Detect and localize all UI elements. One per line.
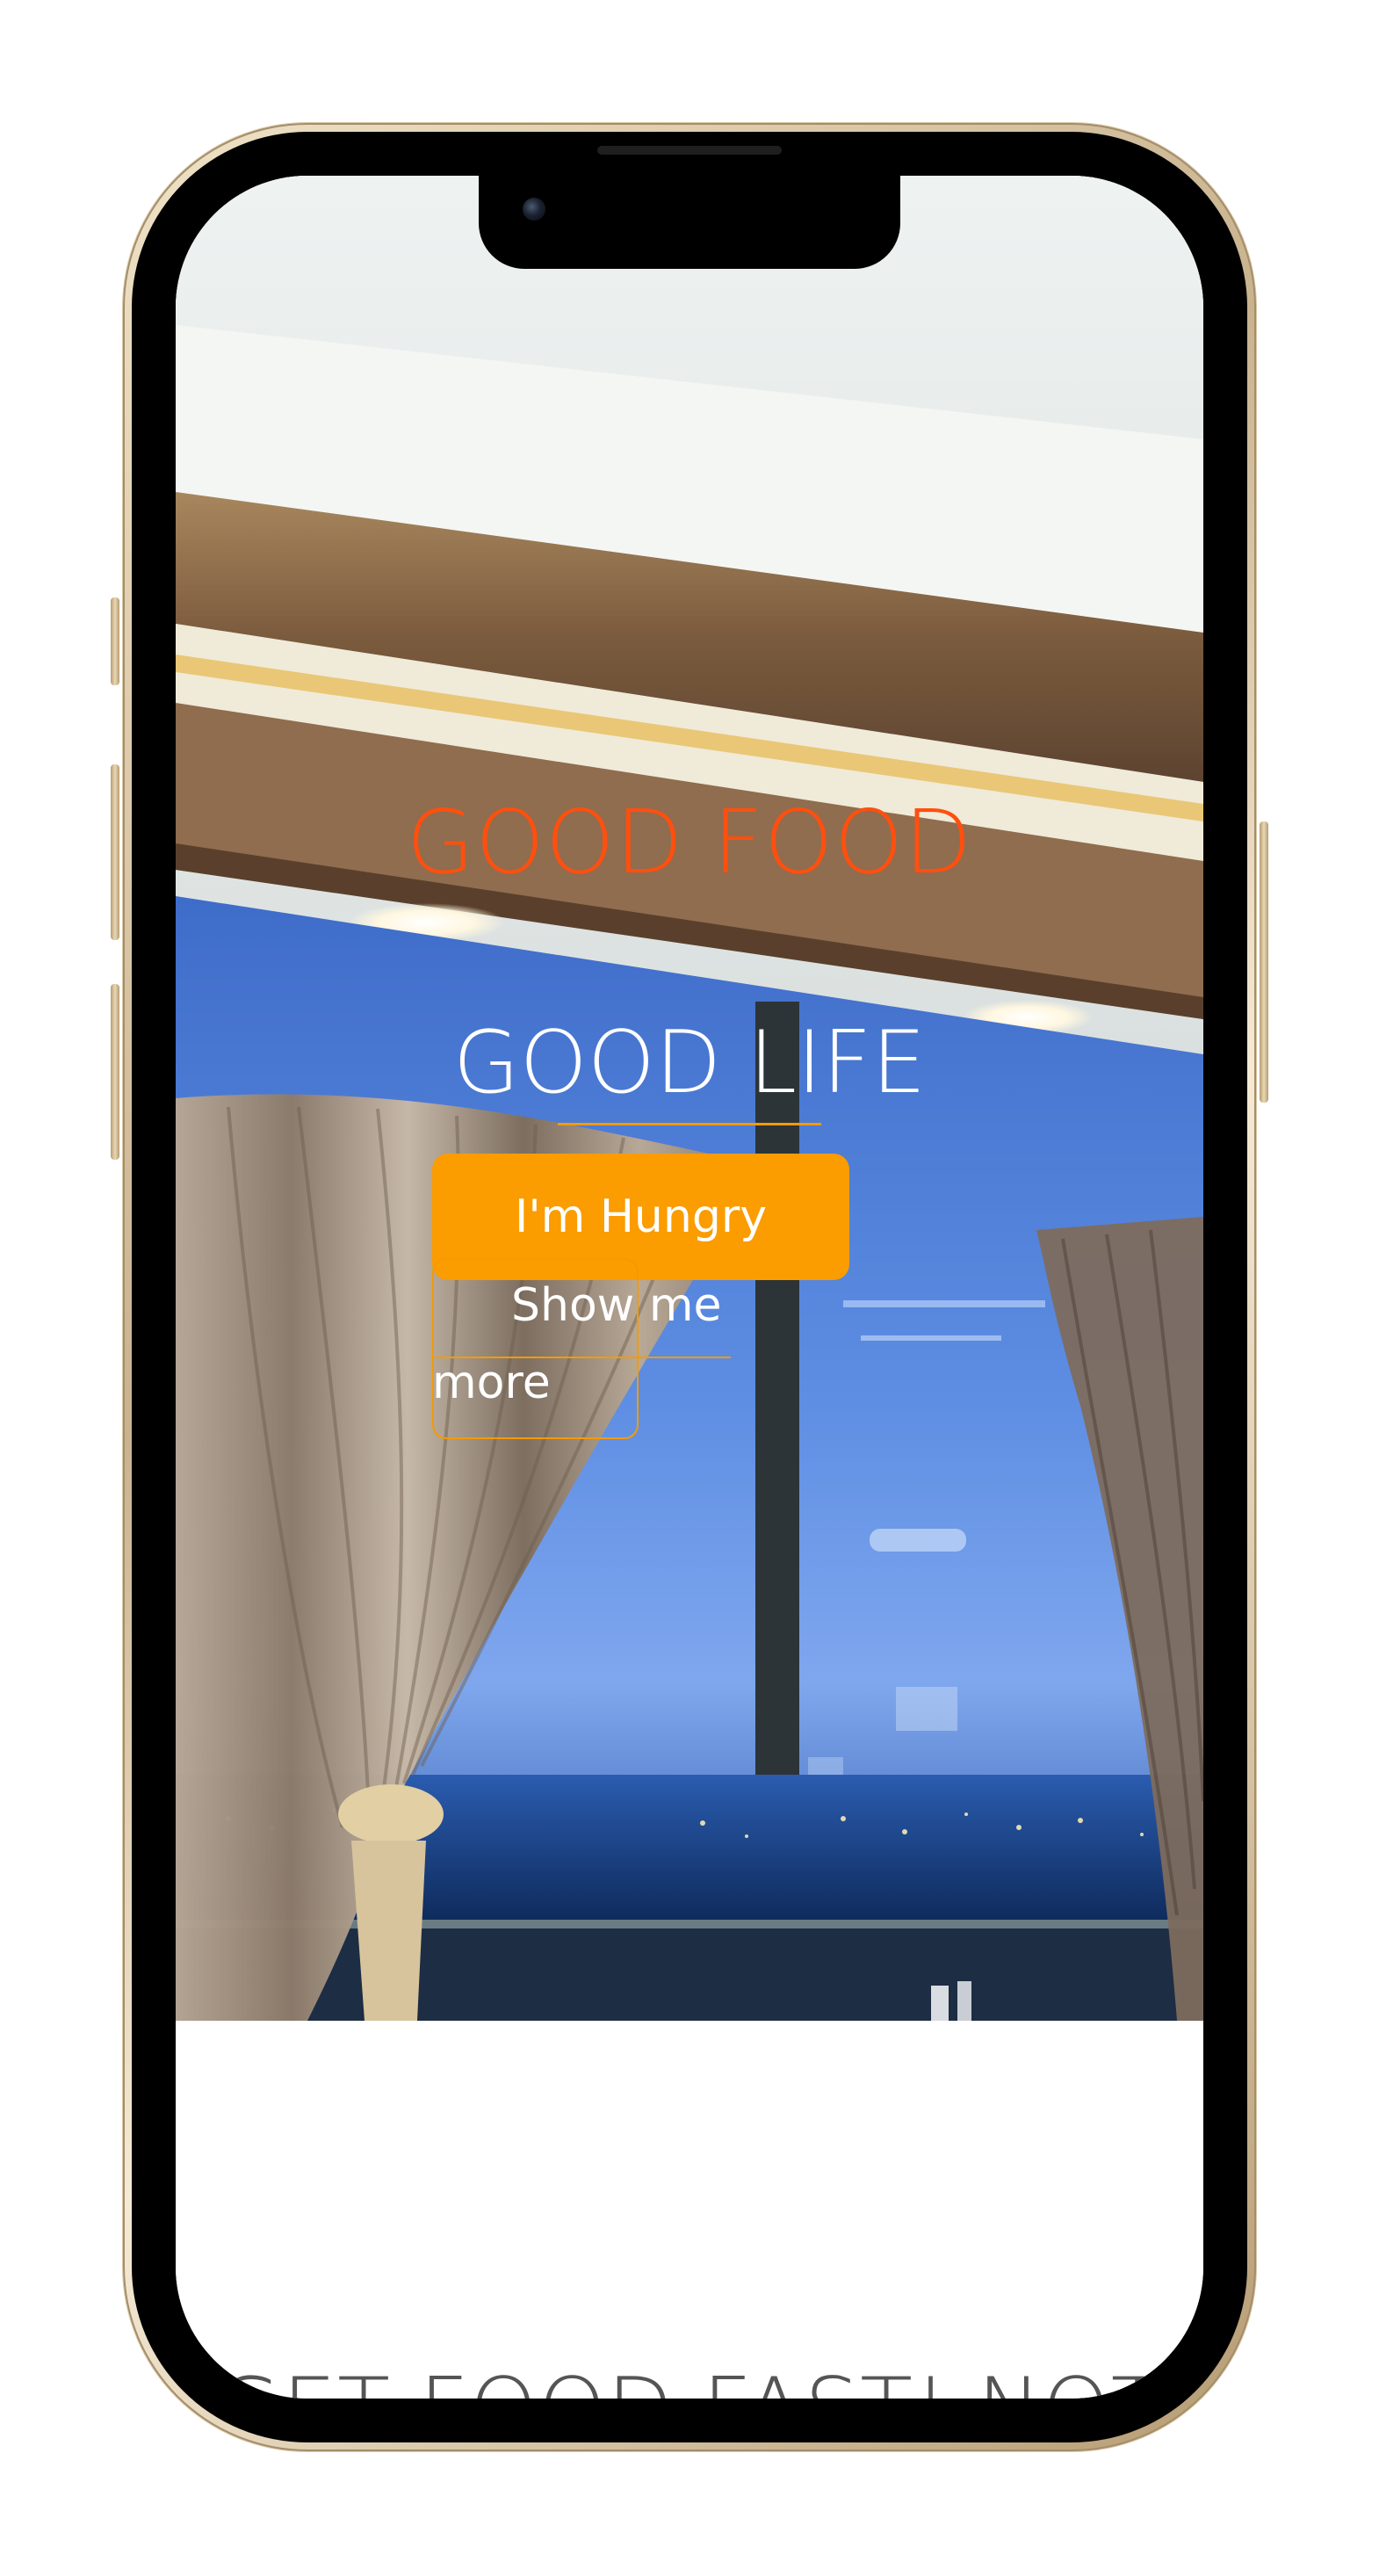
show-me-more-label: Show me more	[432, 1279, 722, 1409]
mockup-stage: GOOD FOOD GOOD LIFE I'm Hungry Show me m…	[0, 0, 1379, 2576]
show-me-more-button[interactable]: Show me more	[432, 1258, 721, 1439]
volume-down-button	[111, 984, 119, 1160]
tagline-heading: GET FOOD FAST! NOT FAST FOOD	[176, 2355, 1203, 2399]
phone-screen: GOOD FOOD GOOD LIFE I'm Hungry Show me m…	[176, 176, 1203, 2399]
power-button	[1260, 821, 1268, 1103]
hero-title-good-life: GOOD LIFE	[452, 1013, 927, 1113]
hero-section: GOOD FOOD GOOD LIFE I'm Hungry Show me m…	[176, 176, 1203, 2021]
show-me-more-underline	[432, 1357, 731, 1358]
speaker-grille	[597, 146, 782, 155]
silent-switch	[111, 597, 119, 685]
hero-title-good-food: GOOD FOOD	[406, 791, 973, 894]
tagline-section: GET FOOD FAST! NOT FAST FOOD	[176, 2021, 1203, 2399]
hero-title-underline	[558, 1123, 821, 1125]
notch	[479, 176, 900, 269]
volume-up-button	[111, 764, 119, 940]
front-camera-icon	[523, 198, 545, 221]
